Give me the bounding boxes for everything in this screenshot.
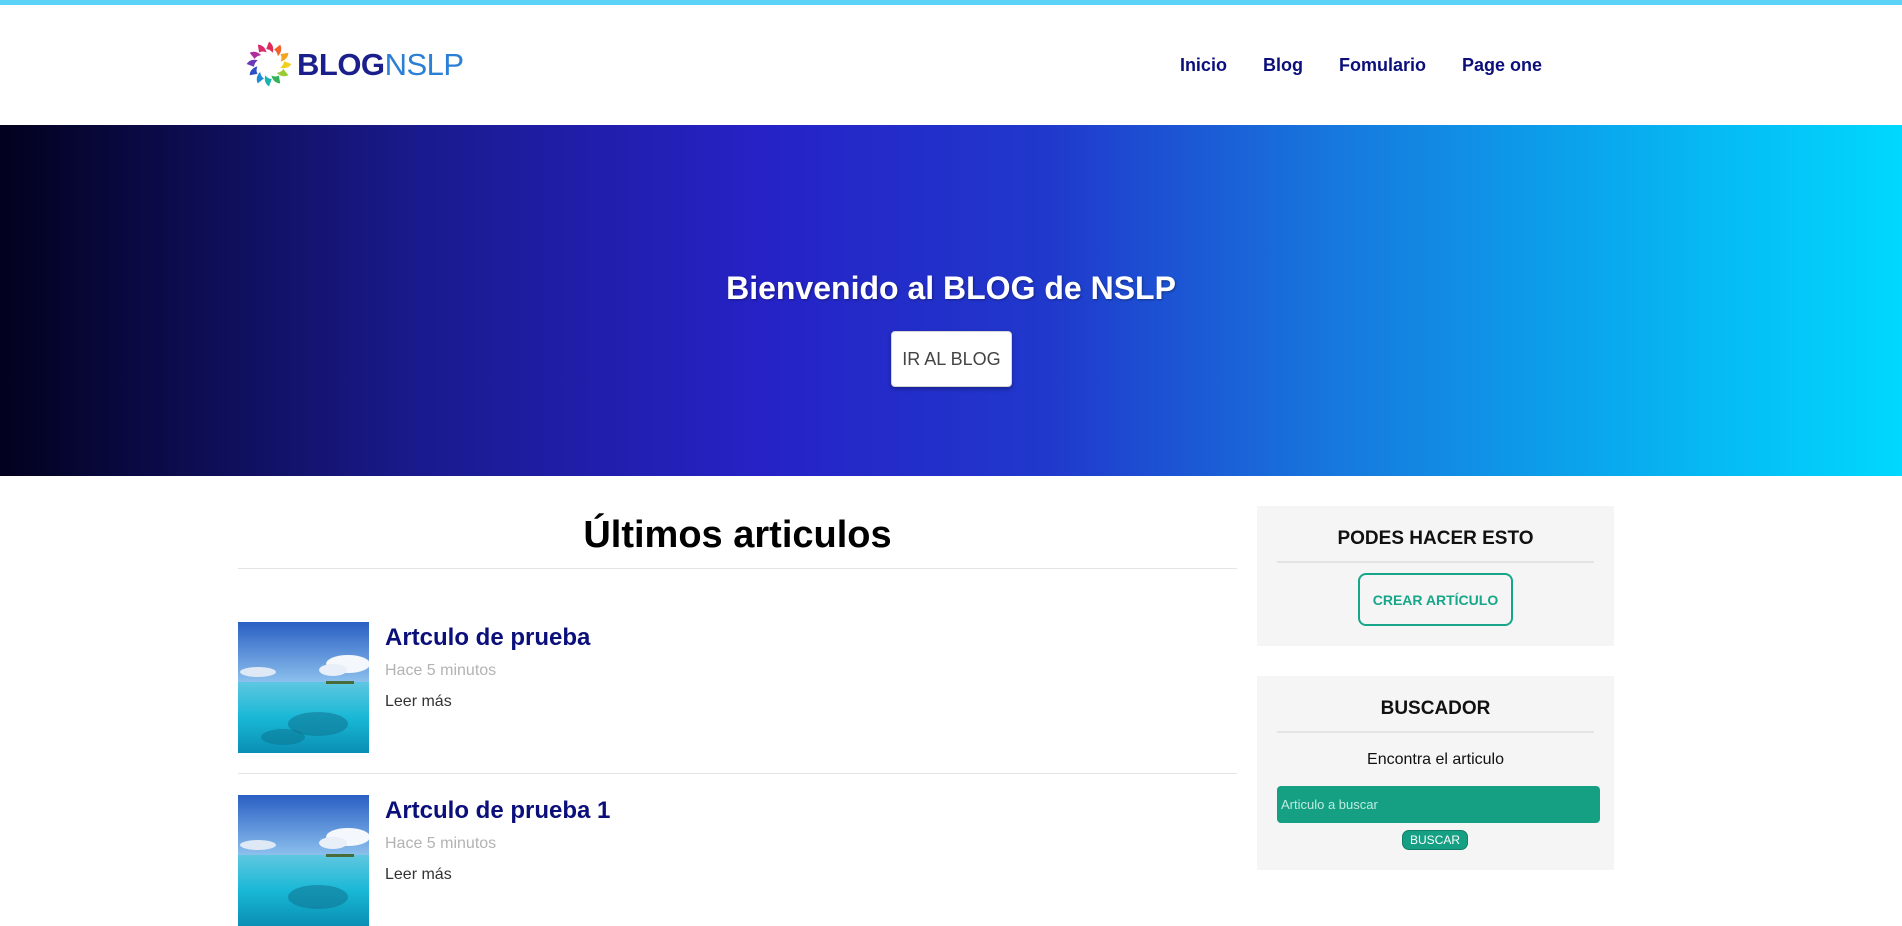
- nav-item-page-one[interactable]: Page one: [1462, 55, 1542, 76]
- read-more-link[interactable]: Leer más: [385, 693, 452, 711]
- logo-wordmark: BLOGNSLP: [297, 49, 464, 80]
- search-button[interactable]: BUSCAR: [1402, 830, 1468, 850]
- site-header: BLOGNSLP Inicio Blog Fomulario Page one: [0, 5, 1902, 125]
- read-more-link[interactable]: Leer más: [385, 866, 452, 884]
- hero-banner: Bienvenido al BLOG de NSLP IR AL BLOG: [0, 125, 1902, 476]
- logo-text-bold: BLOG: [297, 46, 385, 82]
- widget-divider: [1277, 561, 1594, 563]
- search-widget-title: BUSCADOR: [1380, 698, 1491, 719]
- logo-text-light: NSLP: [384, 46, 464, 82]
- article-item: Artculo de prueba Hace 5 minutos Leer má…: [238, 622, 1237, 753]
- article-title[interactable]: Artculo de prueba 1: [385, 797, 610, 825]
- article-time: Hace 5 minutos: [385, 662, 497, 679]
- create-article-button[interactable]: CREAR ARTÍCULO: [1358, 573, 1513, 626]
- main-nav: Inicio Blog Fomulario Page one: [1180, 55, 1542, 76]
- article-item: Artculo de prueba 1 Hace 5 minutos Leer …: [238, 795, 1237, 926]
- ocean-image-icon: [238, 795, 369, 926]
- nav-item-inicio[interactable]: Inicio: [1180, 55, 1227, 76]
- search-widget: BUSCADOR Encontra el articulo BUSCAR: [1257, 676, 1614, 870]
- article-title[interactable]: Artculo de prueba: [385, 624, 590, 652]
- article-time: Hace 5 minutos: [385, 835, 497, 852]
- article-divider: [238, 773, 1237, 774]
- actions-widget-title: PODES HACER ESTO: [1337, 528, 1534, 549]
- hero-title: Bienvenido al BLOG de NSLP: [726, 270, 1176, 306]
- article-thumbnail[interactable]: [238, 795, 369, 926]
- search-input[interactable]: [1277, 786, 1600, 823]
- ocean-image-icon: [238, 622, 369, 753]
- nav-item-fomulario[interactable]: Fomulario: [1339, 55, 1426, 76]
- search-label: Encontra el articulo: [1367, 751, 1504, 768]
- site-logo[interactable]: BLOGNSLP: [241, 34, 464, 94]
- logo-swirl-icon: [246, 41, 292, 87]
- go-to-blog-button[interactable]: IR AL BLOG: [891, 331, 1012, 387]
- section-title: Últimos articulos: [583, 514, 892, 556]
- title-divider: [238, 568, 1237, 569]
- actions-widget: PODES HACER ESTO CREAR ARTÍCULO: [1257, 506, 1614, 646]
- article-thumbnail[interactable]: [238, 622, 369, 753]
- widget-divider: [1277, 731, 1594, 733]
- nav-item-blog[interactable]: Blog: [1263, 55, 1303, 76]
